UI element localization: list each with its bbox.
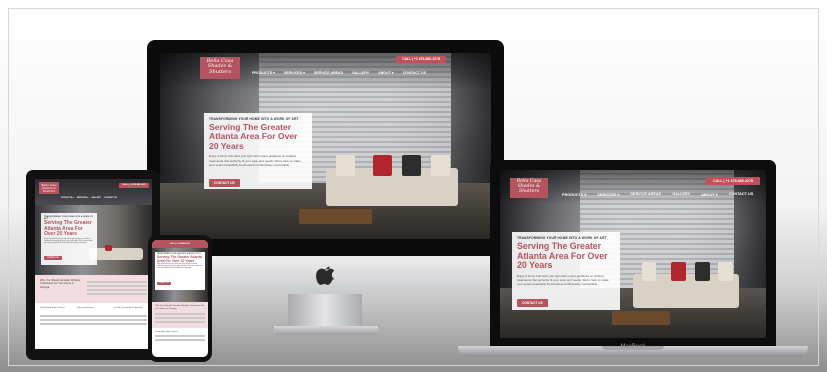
feature-local: Locally Owned And Operated [113,307,143,309]
hero-headline: Serving The Greater Atlanta Area For Ove… [157,255,202,263]
nav-products[interactable]: PRODUCTS ▾ [562,192,586,197]
site-logo[interactable]: Bella Casa Shades & Shutters [510,178,548,198]
phone-screen: CALL | +1 678-880-2278 TRANSFORMING YOUR… [152,240,208,357]
nav-services[interactable]: SERVICES ▾ [77,197,89,199]
nav-products[interactable]: PRODUCTS ▾ [252,71,275,75]
nav-gallery[interactable]: GALLERY [91,197,100,199]
nav-about[interactable]: ABOUT ▾ [378,71,394,75]
feature-quality: Quality And Style Crafted [155,330,178,333]
contact-us-button[interactable]: CONTACT US [157,282,171,286]
hero-body: Enjoy a home that feels just right with … [209,154,301,167]
macbook-screen: Bella Casa Shades & Shutters CALL | +1 6… [500,170,766,338]
hero-headline: Serving The Greater Atlanta Area For Ove… [209,122,298,151]
nav-services[interactable]: SERVICES ▾ [597,192,619,197]
ipad-screen: Bella Casa Shades & Shutters CALL | +1 6… [35,179,152,349]
why-title: Why You Should Consider Window Treatment… [40,279,81,289]
hero-body: Enjoy a home that feels just right with … [517,274,609,287]
site-logo[interactable]: Bella Casa Shades & Shutters [39,182,59,194]
main-nav: PRODUCTS ▾ SERVICES ▾ SERVICE AREAS GALL… [562,192,753,197]
sofa-image [633,262,740,308]
nav-gallery[interactable]: GALLERY [672,192,690,197]
feature-row: Quality And Style Crafted Tailored Solut… [35,303,152,313]
call-button[interactable]: CALL | +1 678-880-2278 [396,56,446,63]
hero-section: TRANSFORMING YOUR HOME INTO A WORK OF AR… [152,248,208,302]
site-logo[interactable]: Bella Casa Shades & Shutters [200,57,240,79]
call-button[interactable]: CALL | +1 678-880-2278 [152,240,208,248]
why-title: Why You Should Consider Window Treatment… [155,305,205,310]
nav-about[interactable]: ABOUT ▾ [701,192,717,197]
hero-section: TRANSFORMING YOUR HOME INTO A WORK OF AR… [35,205,152,275]
hero-card: TRANSFORMING YOUR HOME INTO A WORK OF AR… [512,232,620,310]
main-nav: PRODUCTS ▾ SERVICES ▾ SERVICE AREAS GALL… [252,71,426,75]
feature-quality: Quality And Style Crafted [39,307,65,309]
main-nav: PRODUCTS ▾ SERVICES ▾ GALLERY CONTACT US [61,197,117,199]
why-section: Why You Should Consider Window Treatment… [35,275,152,303]
hero-eyebrow: TRANSFORMING YOUR HOME INTO A WORK OF AR… [209,117,299,121]
sofa-image [325,155,458,206]
hero-body: Enjoy a home that feels just right with … [157,264,203,270]
apple-icon [316,266,335,285]
hero-headline: Serving The Greater Atlanta Area For Ove… [44,220,92,237]
hero-eyebrow: TRANSFORMING YOUR HOME INTO A WORK OF AR… [517,236,607,240]
contact-us-button[interactable]: CONTACT US [517,298,548,307]
nav-contact[interactable]: CONTACT US [104,197,117,199]
nav-gallery[interactable]: GALLERY [352,71,369,75]
coffee-table [299,209,372,225]
nav-products[interactable]: PRODUCTS ▾ [61,197,74,199]
nav-contact[interactable]: CONTACT US [403,71,426,75]
call-button[interactable]: CALL | +1 678-880-2278 [706,177,760,185]
imac-stand-foot [274,326,378,335]
contact-us-button[interactable]: CONTACT US [44,256,62,261]
call-button[interactable]: CALL | +1 678-880-2278 [119,183,149,188]
contact-us-button[interactable]: CONTACT US [209,178,240,187]
imac-screen: Bella Casa Shades & Shutters CALL | +1 6… [160,53,491,239]
hero-headline: Serving The Greater Atlanta Area For Ove… [517,241,608,271]
nav-services[interactable]: SERVICES ▾ [284,71,305,75]
hero-card: TRANSFORMING YOUR HOME INTO A WORK OF AR… [41,213,97,265]
hero-card: TRANSFORMING YOUR HOME INTO A WORK OF AR… [155,252,205,291]
nav-contact[interactable]: CONTACT US [729,192,754,197]
feature-tailored: Tailored Solutions [76,307,95,309]
imac-stand-neck [288,294,362,328]
hero-card: TRANSFORMING YOUR HOME INTO A WORK OF AR… [204,113,312,189]
hero-body: Enjoy a home that feels just right with … [44,238,93,244]
macbook-label: MacBook [620,344,646,350]
nav-service-areas[interactable]: SERVICE AREAS [630,192,661,197]
why-section: Why You Should Consider Window Treatment… [152,302,208,328]
nav-service-areas[interactable]: SERVICE AREAS [314,71,343,75]
coffee-table [611,311,671,325]
